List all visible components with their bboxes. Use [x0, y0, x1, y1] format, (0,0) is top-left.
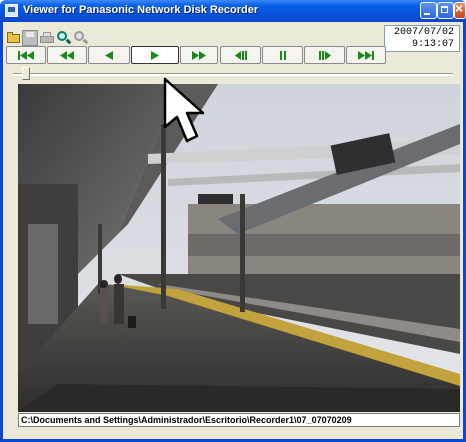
reverse-play-icon [105, 50, 113, 60]
open-folder-icon[interactable] [6, 30, 22, 46]
minimize-button[interactable] [420, 2, 437, 19]
close-button[interactable] [454, 0, 466, 19]
timestamp-display: 2007/07/02 9:13:07 [384, 25, 460, 52]
file-path-status: C:\Documents and Settings\Administrador\… [18, 413, 460, 427]
maximize-button[interactable] [437, 2, 454, 19]
skip-to-end-button[interactable] [346, 46, 386, 64]
zoom-out-icon[interactable] [73, 30, 89, 46]
timeline-slider[interactable] [3, 67, 463, 81]
fast-rewind-icon [60, 50, 74, 60]
mouse-cursor-icon [163, 77, 205, 143]
pause-button[interactable] [262, 46, 303, 64]
step-forward-button[interactable] [304, 46, 345, 64]
station-platform-image [18, 84, 460, 412]
client-area: 2007/07/02 9:13:07 C:\Documents and Sett… [3, 22, 463, 439]
step-back-icon [234, 50, 247, 60]
video-frame[interactable] [18, 84, 460, 412]
step-back-button[interactable] [220, 46, 261, 64]
fast-forward-button[interactable] [180, 46, 218, 64]
timeline-track[interactable] [13, 73, 453, 76]
pause-icon [279, 50, 286, 60]
print-icon[interactable] [39, 30, 55, 46]
title-bar[interactable]: Viewer for Panasonic Network Disk Record… [0, 0, 466, 22]
play-icon [151, 50, 159, 60]
timeline-thumb[interactable] [22, 67, 30, 80]
window-title: Viewer for Panasonic Network Disk Record… [23, 4, 259, 16]
fast-rewind-button[interactable] [47, 46, 87, 64]
step-forward-icon [318, 50, 331, 60]
fast-forward-icon [192, 50, 206, 60]
skip-to-start-icon [18, 50, 34, 60]
app-icon[interactable] [5, 4, 18, 17]
skip-to-start-button[interactable] [6, 46, 46, 64]
zoom-in-icon[interactable] [56, 30, 72, 46]
viewer-window: Viewer for Panasonic Network Disk Record… [0, 0, 466, 442]
save-icon[interactable] [22, 30, 38, 46]
skip-to-end-icon [358, 50, 374, 60]
reverse-play-button[interactable] [88, 46, 130, 64]
timestamp-date: 2007/07/02 [393, 27, 454, 38]
timestamp-time: 9:13:07 [411, 39, 454, 50]
play-button[interactable] [131, 46, 179, 64]
